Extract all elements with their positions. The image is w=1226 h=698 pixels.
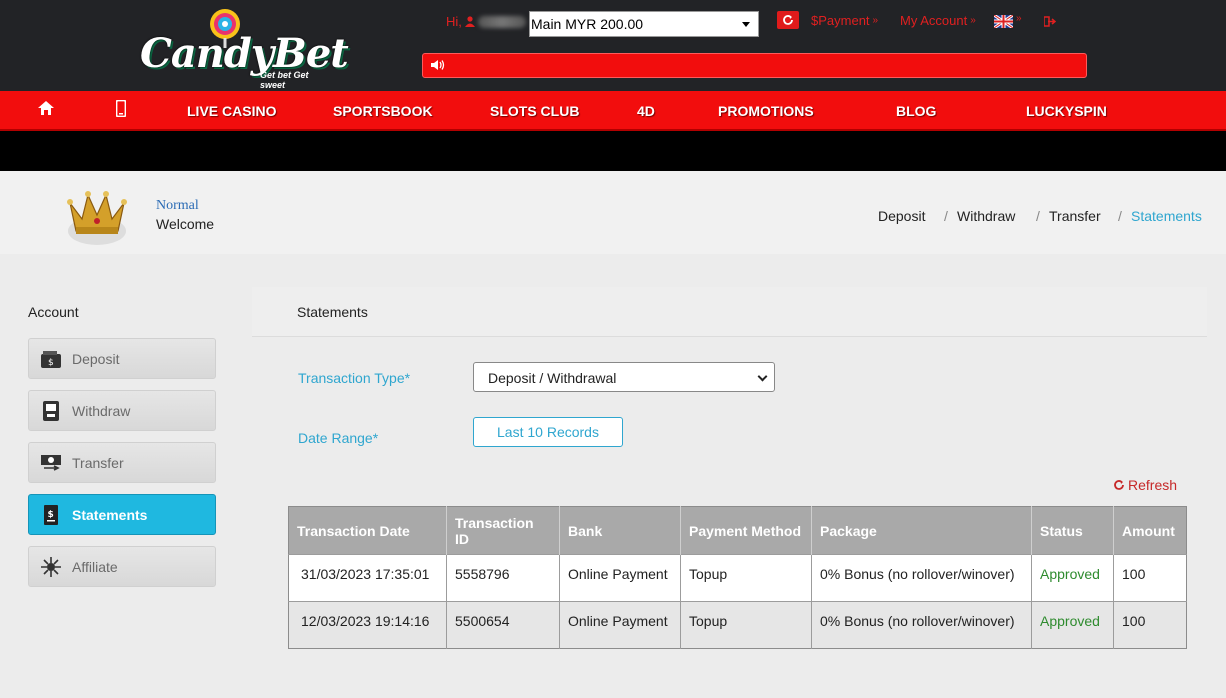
nav-slots-club[interactable]: SLOTS CLUB — [490, 103, 579, 119]
breadcrumb-transfer[interactable]: Transfer — [1049, 208, 1101, 224]
col-transaction-date[interactable]: Transaction Date — [288, 506, 447, 555]
refresh-label: Refresh — [1128, 477, 1178, 493]
svg-text:$: $ — [48, 510, 54, 520]
wallet-icon: $ — [40, 348, 62, 370]
money-transfer-icon — [40, 452, 62, 474]
nav-live-casino[interactable]: LIVE CASINO — [187, 103, 276, 119]
table-header-row: Transaction Date Transaction ID Bank Pay… — [288, 506, 1187, 555]
site-header: CandyBet Get bet Get sweet Hi, Main MYR … — [0, 0, 1226, 91]
username-blurred — [477, 15, 526, 28]
double-chevron-down-icon[interactable]: » — [1016, 13, 1022, 24]
col-status[interactable]: Status — [1031, 506, 1114, 555]
transaction-type-value: Deposit / Withdrawal — [488, 370, 617, 386]
network-icon — [40, 556, 62, 578]
cell-method: Topup — [680, 601, 812, 649]
breadcrumb-statements[interactable]: Statements — [1131, 208, 1202, 224]
nav-4d[interactable]: 4D — [637, 103, 655, 119]
candybet-logo[interactable]: CandyBet Get bet Get sweet — [138, 6, 349, 90]
table-row: 12/03/2023 19:14:16 5500654 Online Payme… — [288, 601, 1187, 649]
cell-date: 31/03/2023 17:35:01 — [288, 554, 447, 602]
member-level: Normal — [156, 198, 199, 213]
transaction-type-label: Transaction Type* — [298, 370, 411, 386]
refresh-icon — [783, 15, 793, 25]
sidebar-item-transfer[interactable]: Transfer — [28, 442, 216, 483]
sidebar-item-withdraw[interactable]: Withdraw — [28, 390, 216, 431]
user-greeting: Hi, — [446, 14, 526, 29]
refresh-balance-button[interactable] — [777, 11, 799, 29]
mobile-icon[interactable] — [116, 100, 126, 117]
statements-header — [252, 287, 1207, 337]
payment-label: $Payment — [811, 13, 870, 28]
nav-sportsbook[interactable]: SPORTSBOOK — [333, 103, 433, 119]
breadcrumb-deposit[interactable]: Deposit — [878, 208, 925, 224]
profile-bar: Normal Welcome Deposit / Withdraw / Tran… — [0, 171, 1226, 254]
sidebar-item-label: Affiliate — [72, 558, 118, 575]
breadcrumb-separator: / — [1118, 208, 1122, 224]
date-range-label: Date Range* — [298, 430, 379, 446]
wallet-select[interactable]: Main MYR 200.00 — [529, 11, 759, 37]
sidebar-item-statements[interactable]: $ Statements — [28, 494, 216, 535]
breadcrumb-separator: / — [1036, 208, 1040, 224]
crown-avatar-icon — [67, 191, 127, 245]
cell-date: 12/03/2023 19:14:16 — [288, 601, 447, 649]
statement-icon: $ — [40, 504, 62, 526]
cell-bank: Online Payment — [559, 554, 681, 602]
speaker-icon — [431, 60, 445, 70]
status-badge: Approved — [1031, 601, 1114, 649]
sidebar-item-label: Withdraw — [72, 402, 131, 419]
sidebar-title: Account — [28, 304, 79, 320]
cell-bank: Online Payment — [559, 601, 681, 649]
main-nav: LIVE CASINO SPORTSBOOK SLOTS CLUB 4D PRO… — [0, 91, 1226, 131]
cell-amount: 100 — [1113, 601, 1187, 649]
nav-luckyspin[interactable]: LUCKYSPIN — [1026, 103, 1107, 119]
logout-icon[interactable] — [1044, 16, 1056, 27]
payment-menu[interactable]: $Payment » — [811, 13, 878, 28]
home-icon[interactable] — [37, 100, 55, 116]
svg-text:$: $ — [48, 358, 54, 368]
sidebar-item-deposit[interactable]: $ Deposit — [28, 338, 216, 379]
breadcrumb-withdraw[interactable]: Withdraw — [957, 208, 1015, 224]
sidebar-item-affiliate[interactable]: Affiliate — [28, 546, 216, 587]
cell-package: 0% Bonus (no rollover/winover) — [811, 601, 1032, 649]
col-package[interactable]: Package — [811, 506, 1032, 555]
page-title: Statements — [297, 304, 368, 320]
sidebar-item-label: Statements — [72, 506, 148, 523]
welcome-text: Welcome — [156, 216, 215, 232]
refresh-icon — [1114, 480, 1124, 490]
col-bank[interactable]: Bank — [559, 506, 681, 555]
chevron-down-icon — [742, 22, 750, 27]
cell-package: 0% Bonus (no rollover/winover) — [811, 554, 1032, 602]
cell-id: 5500654 — [446, 601, 560, 649]
greeting-text: Hi, — [446, 14, 462, 29]
refresh-link[interactable]: Refresh — [1113, 477, 1177, 493]
nav-promotions[interactable]: PROMOTIONS — [718, 103, 814, 119]
statements-table: Transaction Date Transaction ID Bank Pay… — [288, 506, 1187, 649]
user-icon — [464, 16, 475, 27]
sidebar-item-label: Deposit — [72, 350, 120, 367]
double-chevron-down-icon: » — [970, 15, 976, 26]
announcement-marquee — [422, 53, 1087, 78]
my-account-menu[interactable]: My Account » — [900, 13, 976, 28]
breadcrumb-separator: / — [944, 208, 948, 224]
cell-id: 5558796 — [446, 554, 560, 602]
transaction-type-select[interactable]: Deposit / Withdrawal — [473, 362, 775, 392]
col-payment-method[interactable]: Payment Method — [680, 506, 812, 555]
uk-flag-icon[interactable] — [994, 15, 1013, 28]
double-chevron-down-icon: » — [872, 15, 879, 26]
col-amount[interactable]: Amount — [1113, 506, 1187, 555]
sidebar-item-label: Transfer — [72, 454, 124, 471]
account-label: My Account — [900, 13, 968, 28]
atm-icon — [40, 400, 62, 422]
logo-tagline: Get bet Get sweet — [260, 70, 309, 90]
wallet-selected-value: Main MYR 200.00 — [531, 16, 644, 32]
nav-spacer — [0, 131, 1226, 171]
nav-blog[interactable]: BLOG — [896, 103, 936, 119]
table-row: 31/03/2023 17:35:01 5558796 Online Payme… — [288, 554, 1187, 602]
last-10-records-button[interactable]: Last 10 Records — [473, 417, 623, 447]
cell-amount: 100 — [1113, 554, 1187, 602]
cell-method: Topup — [680, 554, 812, 602]
chevron-down-icon — [757, 371, 768, 382]
col-transaction-id[interactable]: Transaction ID — [446, 506, 560, 555]
status-badge: Approved — [1031, 554, 1114, 602]
